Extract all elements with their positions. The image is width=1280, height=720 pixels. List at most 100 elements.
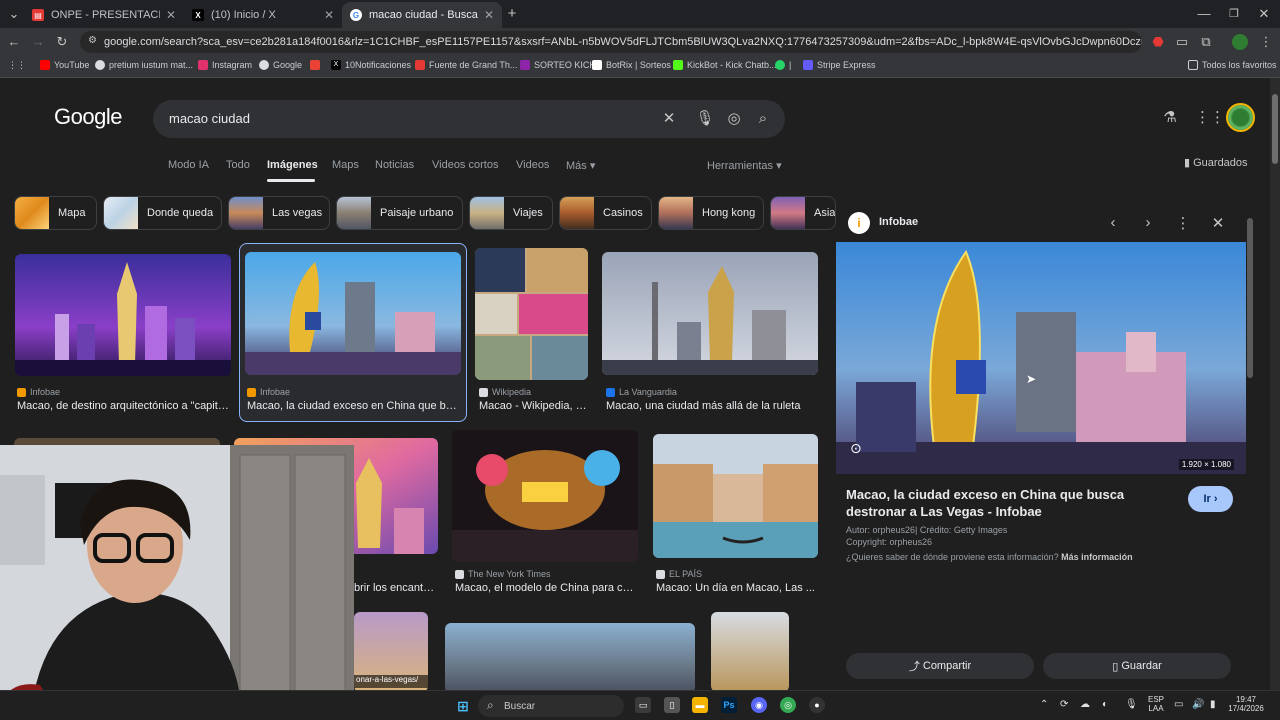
go-button[interactable]: Ir › — [1188, 486, 1233, 512]
tab-search-icon[interactable]: ⌄ — [6, 6, 22, 22]
lens-icon[interactable]: ⊙ — [850, 440, 862, 457]
chip-donde-queda[interactable]: Donde queda — [103, 196, 222, 230]
all-bookmarks-folder[interactable]: Todos los favoritos — [1188, 60, 1277, 70]
result-image-selected[interactable] — [245, 252, 461, 375]
preview-image[interactable]: ⊙ 1.920 × 1.080 — [836, 242, 1246, 474]
address-bar[interactable]: ⚙ google.com/search?sca_esv=ce2b281a184f… — [80, 31, 1142, 53]
result-caption[interactable]: Macao, una ciudad más allá de la ruleta — [606, 400, 818, 412]
microphone-icon[interactable]: 🎙 — [1125, 699, 1138, 710]
close-icon[interactable]: ✕ — [324, 8, 334, 22]
microphone-icon[interactable]: 🎙 — [695, 109, 715, 129]
close-panel-icon[interactable]: ✕ — [1209, 214, 1227, 232]
tab-maps[interactable]: Maps — [332, 159, 359, 171]
bookmark-kickbot[interactable]: KickBot - Kick Chatb... — [673, 60, 777, 70]
close-icon[interactable]: ✕ — [484, 8, 494, 22]
app-icon[interactable]: ▯ — [664, 697, 680, 713]
result-caption[interactable]: Macao, la ciudad exceso en China que bu.… — [247, 400, 459, 412]
previous-icon[interactable]: ‹ — [1104, 214, 1122, 231]
tab-x[interactable]: X (10) Inicio / X ✕ — [184, 2, 342, 28]
result-image[interactable] — [15, 254, 231, 376]
share-button[interactable]: ⤴ Compartir — [846, 653, 1034, 679]
save-button[interactable]: ▯ Guardar — [1043, 653, 1231, 679]
bookmark-google[interactable]: Google — [259, 60, 302, 70]
bookmark-notificaciones[interactable]: X 10Notificaciones — [331, 60, 411, 70]
reload-icon[interactable]: ↻ — [54, 34, 70, 50]
chip-mapa[interactable]: Mapa — [14, 196, 97, 230]
result-caption[interactable]: Macao: Un día en Macao, Las ... — [656, 582, 816, 594]
chip-hong-kong[interactable]: Hong kong — [658, 196, 764, 230]
tray-app-icon[interactable]: ☁ — [1080, 699, 1090, 710]
apps-grid-icon[interactable]: ⋮⋮⋮ — [1195, 108, 1240, 128]
extension-icon[interactable]: ▭ — [1174, 34, 1190, 50]
google-logo[interactable]: Google — [54, 104, 122, 130]
chip-paisaje-urbano[interactable]: Paisaje urbano — [336, 196, 463, 230]
bookmark-instagram[interactable]: Instagram — [198, 60, 252, 70]
bookmark-unnamed[interactable] — [310, 60, 324, 70]
tab-google-search[interactable]: G macao ciudad - Buscar con Go ✕ — [342, 2, 502, 28]
result-image[interactable] — [653, 434, 818, 558]
discord-icon[interactable]: ◉ — [751, 697, 767, 713]
tab-videos[interactable]: Videos — [516, 159, 549, 171]
chip-casinos[interactable]: Casinos — [559, 196, 652, 230]
chrome-icon[interactable]: ◎ — [780, 697, 796, 713]
minimize-icon[interactable]: — — [1196, 6, 1212, 22]
clear-icon[interactable]: ✕ — [659, 109, 679, 129]
tab-onpe[interactable]: ▤ ONPE - PRESENTACIÓN DE RES ✕ — [24, 2, 184, 28]
extension-icon[interactable]: ⬣ — [1150, 34, 1166, 50]
lens-icon[interactable]: ◎ — [724, 109, 744, 129]
apps-icon[interactable]: ⋮⋮ — [8, 60, 26, 71]
result-image[interactable] — [475, 248, 588, 380]
tab-todo[interactable]: Todo — [226, 159, 250, 171]
volume-icon[interactable]: 🔊 — [1192, 699, 1204, 710]
more-info-link[interactable]: Más información — [1061, 552, 1133, 562]
next-icon[interactable]: › — [1139, 214, 1157, 231]
site-info-icon[interactable]: ⚙ — [88, 35, 97, 46]
chip-las-vegas[interactable]: Las vegas — [228, 196, 330, 230]
result-image[interactable] — [445, 623, 695, 690]
result-caption[interactable]: Macao - Wikipedia, l... — [479, 400, 587, 412]
tools-button[interactable]: Herramientas ▾ — [707, 159, 782, 172]
photoshop-icon[interactable]: Ps — [721, 697, 737, 713]
close-icon[interactable]: ✕ — [166, 8, 176, 22]
result-image[interactable] — [602, 252, 818, 375]
bookmark-sorteo-kick[interactable]: SORTEO KICK — [520, 60, 595, 70]
tab-imagenes[interactable]: Imágenes — [267, 159, 318, 171]
saved-link[interactable]: ▮ Guardados — [1184, 156, 1248, 169]
search-input[interactable]: macao ciudad ✕ 🎙 ◎ ⌕ — [153, 100, 785, 138]
close-window-icon[interactable]: ✕ — [1256, 6, 1272, 22]
result-image[interactable] — [711, 612, 789, 690]
tab-videos-cortos[interactable]: Videos cortos — [432, 159, 498, 171]
panel-scrollbar[interactable] — [1247, 218, 1253, 378]
result-caption[interactable]: Macao, de destino arquitectónico a "capi… — [17, 400, 231, 412]
profile-avatar[interactable] — [1232, 34, 1248, 50]
preview-title[interactable]: Macao, la ciudad exceso en China que bus… — [846, 486, 1180, 520]
battery-icon[interactable]: ▮ — [1210, 699, 1216, 710]
file-explorer-icon[interactable]: ▬ — [692, 697, 708, 713]
account-avatar[interactable] — [1226, 103, 1255, 132]
bookmark-pretium[interactable]: pretium iustum mat... — [95, 60, 193, 70]
network-icon[interactable]: ▭ — [1174, 699, 1183, 710]
windows-start-icon[interactable]: ⊞ — [455, 698, 471, 714]
tab-modo-ia[interactable]: Modo IA — [168, 159, 209, 171]
tray-app-icon[interactable]: ◐ — [1102, 699, 1108, 710]
language-indicator[interactable]: ESP LAA — [1146, 695, 1166, 713]
task-view-icon[interactable]: ▭ — [635, 697, 651, 713]
search-icon[interactable]: ⌕ — [753, 109, 773, 129]
more-options-icon[interactable]: ⋮ — [1174, 214, 1192, 232]
chip-asia[interactable]: Asia — [770, 196, 836, 230]
bookmark-botrix[interactable]: BotRix | Sorteos — [592, 60, 671, 70]
chip-viajes[interactable]: Viajes — [469, 196, 553, 230]
page-scrollbar[interactable] — [1270, 78, 1280, 690]
bookmark-grand-theft[interactable]: Fuente de Grand Th... — [415, 60, 517, 70]
clock[interactable]: 19:47 17/4/2026 — [1226, 695, 1266, 713]
result-caption[interactable]: Macao, el modelo de China para co... — [455, 582, 637, 594]
back-icon[interactable]: ← — [6, 34, 22, 50]
restore-icon[interactable]: ❐ — [1226, 6, 1242, 22]
tab-noticias[interactable]: Noticias — [375, 159, 414, 171]
new-tab-button[interactable]: + — [504, 6, 520, 22]
result-caption[interactable]: brir los encanto... — [354, 582, 438, 594]
forward-icon[interactable]: → — [30, 34, 46, 50]
tray-app-icon[interactable]: ⟳ — [1060, 699, 1068, 710]
menu-icon[interactable]: ⋮ — [1258, 34, 1274, 50]
obs-icon[interactable]: ● — [809, 697, 825, 713]
